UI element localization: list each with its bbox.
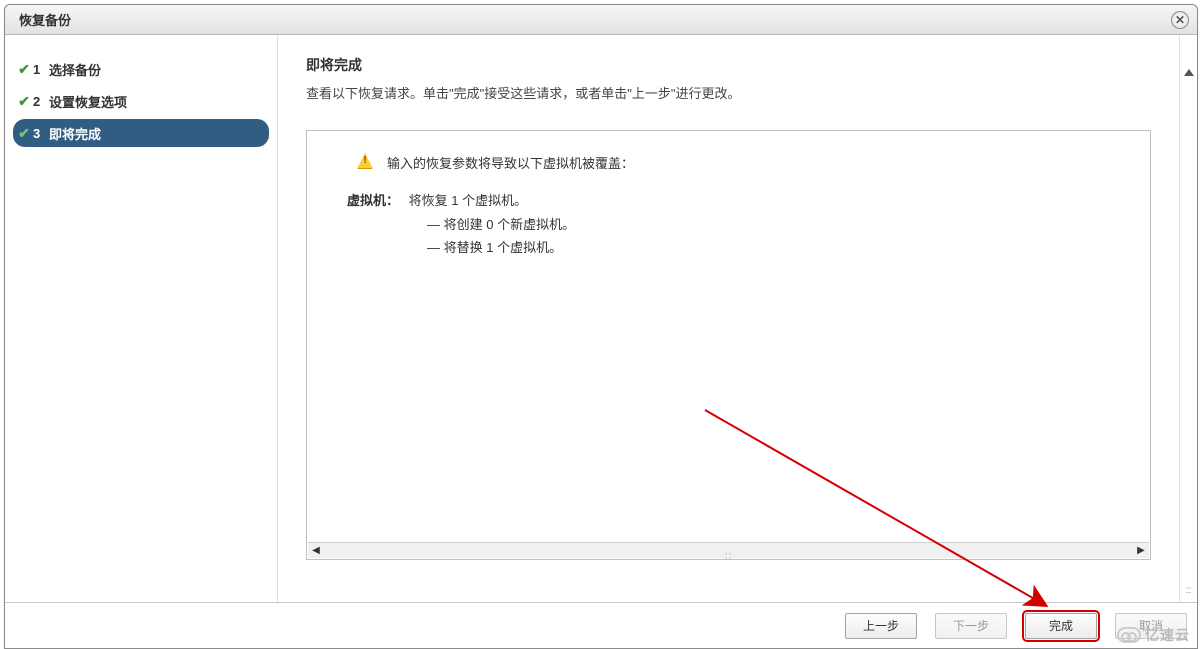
dialog-window: 恢复备份 ✕ ✔ 1 选择备份 ✔ 2 设置恢复选项 ✔ 3 即将完成 (4, 4, 1198, 649)
content-pane: 即将完成 查看以下恢复请求。单击"完成"接受这些请求，或者单击"上一步"进行更改… (278, 35, 1179, 602)
scroll-right-icon[interactable]: ▶ (1133, 544, 1149, 558)
step-label: 设置恢复选项 (49, 92, 127, 111)
page-title: 即将完成 (306, 55, 1151, 75)
vm-detail-replace: — 将替换 1 个虚拟机。 (427, 236, 1130, 259)
next-button: 下一步 (935, 613, 1007, 639)
close-button[interactable]: ✕ (1171, 11, 1189, 29)
back-button[interactable]: 上一步 (845, 613, 917, 639)
step-number: 1 (33, 62, 49, 77)
wizard-sidebar: ✔ 1 选择备份 ✔ 2 设置恢复选项 ✔ 3 即将完成 (5, 35, 278, 602)
vm-detail-create: — 将创建 0 个新虚拟机。 (427, 213, 1130, 236)
vm-summary-block: 虚拟机： 将恢复 1 个虚拟机。 — 将创建 0 个新虚拟机。 — 将替换 1 … (347, 190, 1130, 260)
wizard-step-ready[interactable]: ✔ 3 即将完成 (13, 119, 269, 147)
vm-detail-lines: — 将创建 0 个新虚拟机。 — 将替换 1 个虚拟机。 (427, 213, 1130, 260)
summary-inner: 输入的恢复参数将导致以下虚拟机被覆盖： 虚拟机： 将恢复 1 个虚拟机。 — 将… (307, 131, 1150, 282)
step-label: 即将完成 (49, 124, 101, 143)
scroll-left-icon[interactable]: ◀ (308, 544, 324, 558)
vm-summary: 将恢复 1 个虚拟机。 (409, 190, 527, 209)
titlebar: 恢复备份 ✕ (5, 5, 1197, 35)
check-icon: ✔ (15, 125, 33, 142)
page-subtitle: 查看以下恢复请求。单击"完成"接受这些请求，或者单击"上一步"进行更改。 (306, 83, 1151, 102)
horizontal-scrollbar[interactable]: ◀ :: ▶ (308, 542, 1149, 558)
scroll-grip-icon: :: (1186, 585, 1192, 596)
summary-panel: 输入的恢复参数将导致以下虚拟机被覆盖： 虚拟机： 将恢复 1 个虚拟机。 — 将… (306, 130, 1151, 560)
step-number: 2 (33, 94, 49, 109)
cancel-button: 取消 (1115, 613, 1187, 639)
step-number: 3 (33, 126, 49, 141)
warning-icon (357, 153, 373, 169)
check-icon: ✔ (15, 93, 33, 110)
dialog-body: ✔ 1 选择备份 ✔ 2 设置恢复选项 ✔ 3 即将完成 即将完成 查看以下恢复… (5, 35, 1197, 602)
vertical-scroll-gutter[interactable]: :: (1179, 35, 1197, 602)
warning-row: 输入的恢复参数将导致以下虚拟机被覆盖： (357, 153, 1130, 172)
warning-text: 输入的恢复参数将导致以下虚拟机被覆盖： (387, 153, 634, 172)
dialog-footer: 上一步 下一步 完成 取消 (5, 602, 1197, 648)
wizard-step-select-backup[interactable]: ✔ 1 选择备份 (13, 55, 269, 83)
step-label: 选择备份 (49, 60, 101, 79)
scroll-up-icon[interactable] (1184, 69, 1194, 76)
wizard-step-restore-options[interactable]: ✔ 2 设置恢复选项 (13, 87, 269, 115)
close-icon: ✕ (1175, 13, 1185, 27)
scroll-grip-icon: :: (725, 551, 733, 561)
check-icon: ✔ (15, 61, 33, 78)
summary-panel-outer: 输入的恢复参数将导致以下虚拟机被覆盖： 虚拟机： 将恢复 1 个虚拟机。 — 将… (306, 130, 1151, 592)
window-title: 恢复备份 (19, 10, 71, 29)
vm-label: 虚拟机： (347, 190, 399, 209)
finish-button[interactable]: 完成 (1025, 613, 1097, 639)
